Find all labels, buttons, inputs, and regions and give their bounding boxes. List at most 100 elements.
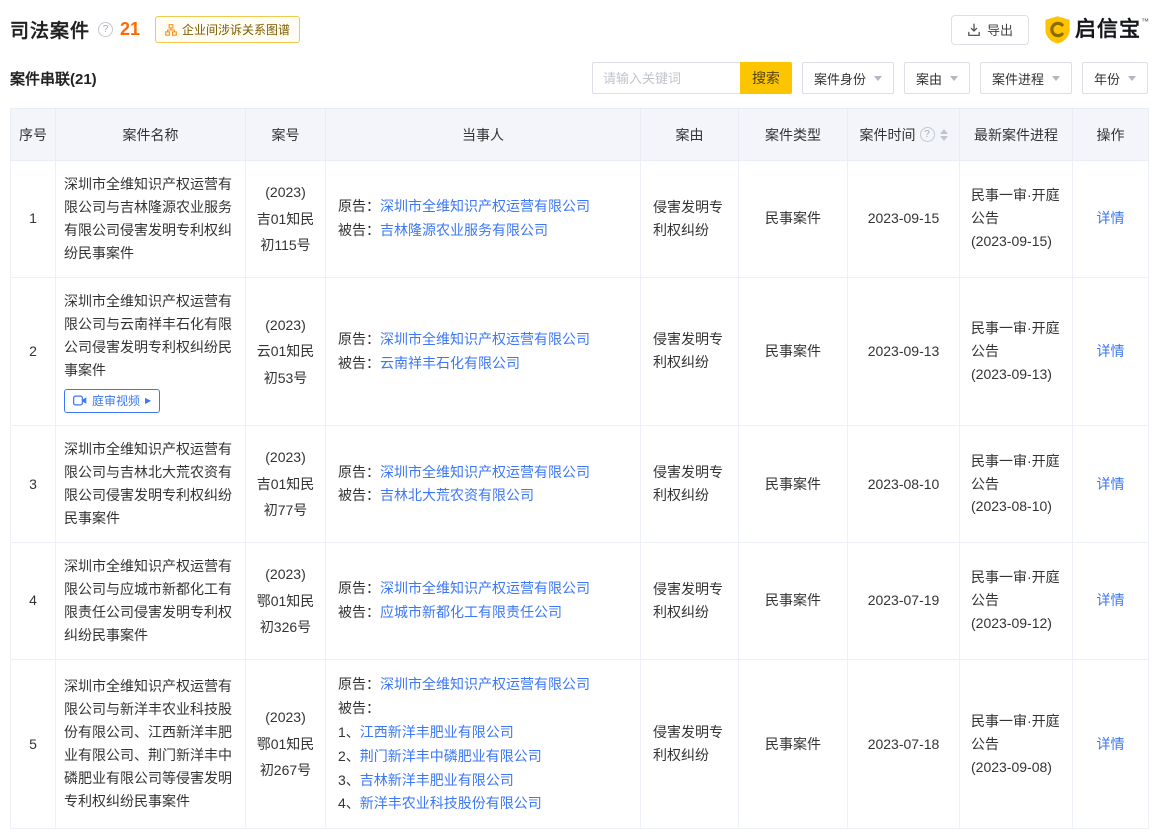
search-input[interactable]	[592, 62, 740, 94]
logo-text: 启信宝	[1075, 15, 1141, 45]
detail-link[interactable]: 详情	[1097, 476, 1125, 492]
case-number: (2023)鄂01知民初267号	[246, 659, 326, 829]
logo-trademark: ™	[1141, 17, 1149, 26]
filter-year[interactable]: 年份	[1082, 62, 1148, 94]
progress-text: 民事一审·开庭公告	[971, 450, 1062, 496]
defendant-link[interactable]: 荆门新洋丰中磷肥业有限公司	[360, 748, 542, 764]
plaintiff-link[interactable]: 深圳市全维知识产权运营有限公司	[380, 198, 590, 214]
parties-cell: 原告：深圳市全维知识产权运营有限公司被告：吉林北大荒农资有限公司	[326, 426, 641, 543]
case-table: 序号 案件名称 案号 当事人 案由 案件类型 案件时间 ? 最新案件进程 操作 …	[10, 108, 1149, 829]
plaintiff-link[interactable]: 深圳市全维知识产权运营有限公司	[380, 580, 590, 596]
latest-progress-cell: 民事一审·开庭公告(2023-09-15)	[960, 161, 1073, 278]
detail-link[interactable]: 详情	[1097, 592, 1125, 608]
defendant-label: 被告：	[338, 487, 380, 503]
col-header-parties: 当事人	[326, 109, 641, 161]
latest-progress-cell: 民事一审·开庭公告(2023-09-08)	[960, 659, 1073, 829]
case-time-cell: 2023-09-13	[848, 277, 960, 425]
row-index: 1	[11, 161, 56, 278]
case-time-cell: 2023-09-15	[848, 161, 960, 278]
filter-cause[interactable]: 案由	[904, 62, 970, 94]
plaintiff-label: 原告：	[338, 580, 380, 596]
export-button[interactable]: 导出	[951, 15, 1029, 45]
case-number: (2023)云01知民初53号	[246, 277, 326, 425]
plaintiff-link[interactable]: 深圳市全维知识产权运营有限公司	[380, 676, 590, 692]
cause-cell: 侵害发明专利权纠纷	[641, 659, 739, 829]
case-number: (2023)鄂01知民初326号	[246, 542, 326, 659]
defendant-link[interactable]: 吉林隆源农业服务有限公司	[380, 222, 548, 238]
case-table-body: 1深圳市全维知识产权运营有限公司与吉林隆源农业服务有限公司侵害发明专利权纠纷民事…	[11, 161, 1149, 829]
detail-link[interactable]: 详情	[1097, 736, 1125, 752]
defendant-index: 1、	[338, 724, 360, 740]
defendant-link[interactable]: 吉林新洋丰肥业有限公司	[360, 772, 514, 788]
case-count-badge: 21	[120, 19, 140, 40]
parties-cell: 原告：深圳市全维知识产权运营有限公司被告：1、江西新洋丰肥业有限公司2、荆门新洋…	[326, 659, 641, 829]
actions-cell: 详情	[1073, 277, 1149, 425]
defendant-label: 被告：	[338, 604, 380, 620]
sort-icon[interactable]	[940, 129, 948, 141]
col-header-latest-progress: 最新案件进程	[960, 109, 1073, 161]
defendant-label: 被告：	[338, 222, 380, 238]
defendant-link[interactable]: 新洋丰农业科技股份有限公司	[360, 795, 542, 811]
defendant-link[interactable]: 云南祥丰石化有限公司	[380, 355, 520, 371]
case-type-cell: 民事案件	[739, 426, 848, 543]
litigation-graph-label: 企业间涉诉关系图谱	[182, 21, 290, 38]
help-icon[interactable]: ?	[98, 22, 113, 37]
filter-case-progress[interactable]: 案件进程	[980, 62, 1072, 94]
plaintiff-label: 原告：	[338, 331, 380, 347]
defendant-label: 被告：	[338, 697, 632, 720]
progress-text: 民事一审·开庭公告	[971, 710, 1062, 756]
parties-cell: 原告：深圳市全维知识产权运营有限公司被告：应城市新都化工有限责任公司	[326, 542, 641, 659]
detail-link[interactable]: 详情	[1097, 343, 1125, 359]
chevron-down-icon	[1128, 76, 1136, 81]
table-row: 1深圳市全维知识产权运营有限公司与吉林隆源农业服务有限公司侵害发明专利权纠纷民事…	[11, 161, 1149, 278]
case-type-cell: 民事案件	[739, 659, 848, 829]
cause-cell: 侵害发明专利权纠纷	[641, 426, 739, 543]
plaintiff-label: 原告：	[338, 198, 380, 214]
search-button[interactable]: 搜索	[740, 62, 792, 94]
defendant-link[interactable]: 江西新洋丰肥业有限公司	[360, 724, 514, 740]
table-row: 2深圳市全维知识产权运营有限公司与云南祥丰石化有限公司侵害发明专利权纠纷民事案件…	[11, 277, 1149, 425]
download-icon	[967, 23, 981, 37]
parties-cell: 原告：深圳市全维知识产权运营有限公司被告：吉林隆源农业服务有限公司	[326, 161, 641, 278]
cause-cell: 侵害发明专利权纠纷	[641, 542, 739, 659]
defendant-link[interactable]: 应城市新都化工有限责任公司	[380, 604, 562, 620]
latest-progress-cell: 民事一审·开庭公告(2023-09-13)	[960, 277, 1073, 425]
detail-link[interactable]: 详情	[1097, 210, 1125, 226]
table-row: 4深圳市全维知识产权运营有限公司与应城市新都化工有限责任公司侵害发明专利权纠纷民…	[11, 542, 1149, 659]
filter-bar: 搜索 案件身份 案由 案件进程 年份	[592, 62, 1148, 94]
export-label: 导出	[987, 20, 1013, 39]
filter-case-role[interactable]: 案件身份	[802, 62, 894, 94]
progress-date: (2023-09-12)	[971, 612, 1062, 635]
case-name-cell: 深圳市全维知识产权运营有限公司与应城市新都化工有限责任公司侵害发明专利权纠纷民事…	[56, 542, 246, 659]
qixinbao-logo: 启信宝 ™	[1043, 15, 1149, 45]
progress-date: (2023-08-10)	[971, 495, 1062, 518]
court-video-button[interactable]: 庭审视频▶	[64, 389, 160, 413]
latest-progress-cell: 民事一审·开庭公告(2023-08-10)	[960, 426, 1073, 543]
case-time-cell: 2023-07-19	[848, 542, 960, 659]
table-row: 3深圳市全维知识产权运营有限公司与吉林北大荒农资有限公司侵害发明专利权纠纷民事案…	[11, 426, 1149, 543]
court-video-label: 庭审视频	[92, 392, 140, 409]
chevron-down-icon	[950, 76, 958, 81]
defendant-index: 3、	[338, 772, 360, 788]
case-type-cell: 民事案件	[739, 161, 848, 278]
col-header-case-number: 案号	[246, 109, 326, 161]
case-name: 深圳市全维知识产权运营有限公司与新洋丰农业科技股份有限公司、江西新洋丰肥业有限公…	[64, 675, 237, 813]
latest-progress-cell: 民事一审·开庭公告(2023-09-12)	[960, 542, 1073, 659]
case-type-cell: 民事案件	[739, 277, 848, 425]
plaintiff-link[interactable]: 深圳市全维知识产权运营有限公司	[380, 331, 590, 347]
plaintiff-link[interactable]: 深圳市全维知识产权运营有限公司	[380, 464, 590, 480]
defendant-link[interactable]: 吉林北大荒农资有限公司	[380, 487, 534, 503]
cause-cell: 侵害发明专利权纠纷	[641, 161, 739, 278]
logo-shield-icon	[1043, 15, 1072, 44]
col-header-case-time: 案件时间 ?	[848, 109, 960, 161]
case-name-cell: 深圳市全维知识产权运营有限公司与新洋丰农业科技股份有限公司、江西新洋丰肥业有限公…	[56, 659, 246, 829]
progress-text: 民事一审·开庭公告	[971, 317, 1062, 363]
help-icon[interactable]: ?	[920, 127, 935, 142]
org-chart-icon	[165, 24, 177, 36]
plaintiff-label: 原告：	[338, 676, 380, 692]
cause-cell: 侵害发明专利权纠纷	[641, 277, 739, 425]
defendant-label: 被告：	[338, 355, 380, 371]
litigation-graph-button[interactable]: 企业间涉诉关系图谱	[155, 16, 300, 43]
chevron-down-icon	[1052, 76, 1060, 81]
table-row: 5深圳市全维知识产权运营有限公司与新洋丰农业科技股份有限公司、江西新洋丰肥业有限…	[11, 659, 1149, 829]
